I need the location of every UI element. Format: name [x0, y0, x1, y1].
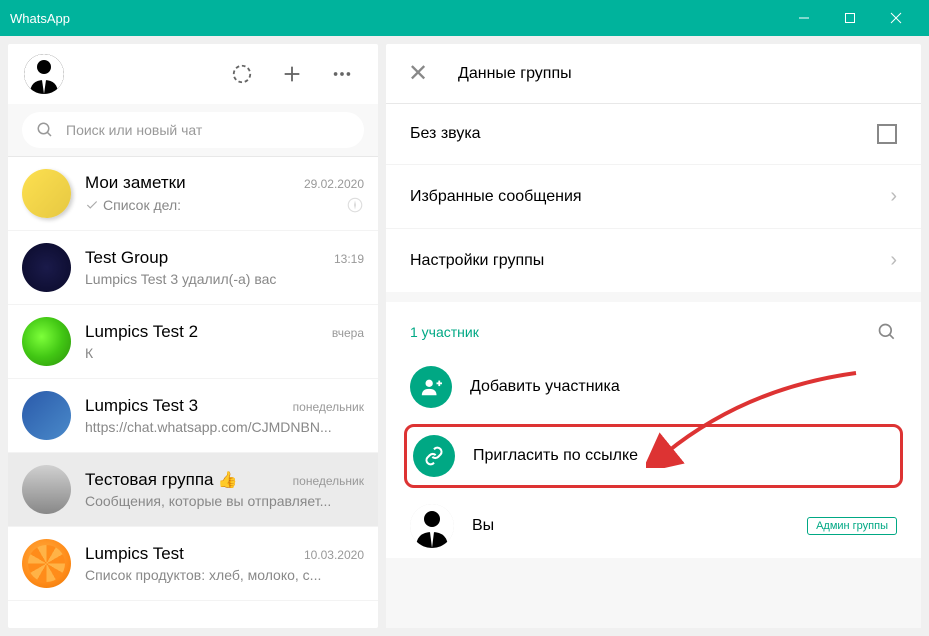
- chat-name: Мои заметки: [85, 173, 186, 193]
- participant-name: Вы: [472, 517, 789, 535]
- left-header: [8, 44, 378, 104]
- starred-messages[interactable]: Избранные сообщения ›: [386, 165, 921, 229]
- chat-avatar: [22, 243, 71, 292]
- chat-preview: Сообщения, которые вы отправляет...: [85, 493, 331, 509]
- participants-count: 1 участник: [410, 324, 479, 340]
- participant-avatar: [410, 504, 454, 548]
- link-icon: [413, 435, 455, 477]
- chevron-right-icon: ›: [890, 185, 897, 208]
- admin-badge: Админ группы: [807, 517, 897, 535]
- pin-icon: [346, 196, 364, 214]
- chat-name: Lumpics Test 3: [85, 396, 198, 416]
- group-info-panel: ✕ Данные группы Без звука Избранные сооб…: [386, 44, 921, 628]
- invite-link-button[interactable]: Пригласить по ссылке: [404, 424, 903, 488]
- chat-time: 10.03.2020: [304, 548, 364, 562]
- action-label: Добавить участника: [470, 378, 620, 396]
- chat-name: Lumpics Test 2: [85, 322, 198, 342]
- participant-row[interactable]: Вы Админ группы: [386, 494, 921, 558]
- app-title: WhatsApp: [10, 11, 781, 26]
- chevron-right-icon: ›: [890, 249, 897, 272]
- chat-item[interactable]: Мои заметки 29.02.2020 Список дел:: [8, 157, 378, 231]
- chat-item[interactable]: Lumpics Test 2 вчера К: [8, 305, 378, 379]
- chat-time: понедельник: [293, 400, 364, 414]
- new-chat-icon[interactable]: [272, 54, 312, 94]
- setting-label: Настройки группы: [410, 252, 544, 270]
- chat-name: Тестовая группа👍: [85, 470, 237, 490]
- chat-time: 29.02.2020: [304, 177, 364, 191]
- chat-preview: Lumpics Test 3 удалил(-а) вас: [85, 271, 276, 287]
- chat-time: вчера: [332, 326, 364, 340]
- mute-setting[interactable]: Без звука: [386, 104, 921, 165]
- setting-label: Избранные сообщения: [410, 188, 582, 206]
- maximize-button[interactable]: [827, 0, 873, 36]
- chat-avatar: [22, 465, 71, 514]
- chat-item[interactable]: Test Group 13:19 Lumpics Test 3 удалил(-…: [8, 231, 378, 305]
- chat-time: понедельник: [293, 474, 364, 488]
- chat-time: 13:19: [334, 252, 364, 266]
- chat-avatar: [22, 391, 71, 440]
- user-avatar[interactable]: [24, 54, 64, 94]
- chat-avatar: [22, 539, 71, 588]
- chat-avatar: [22, 317, 71, 366]
- setting-label: Без звука: [410, 125, 481, 143]
- chat-preview: К: [85, 345, 93, 361]
- chat-list-panel: Мои заметки 29.02.2020 Список дел:: [8, 44, 378, 628]
- group-settings[interactable]: Настройки группы ›: [386, 229, 921, 292]
- minimize-button[interactable]: [781, 0, 827, 36]
- chat-preview: Список дел:: [85, 197, 181, 213]
- status-icon[interactable]: [222, 54, 262, 94]
- panel-title: Данные группы: [458, 65, 572, 83]
- close-window-button[interactable]: [873, 0, 919, 36]
- chat-name: Lumpics Test: [85, 544, 184, 564]
- chat-item[interactable]: Lumpics Test 10.03.2020 Список продуктов…: [8, 527, 378, 601]
- search-input[interactable]: [66, 122, 350, 138]
- check-icon: [85, 198, 99, 212]
- menu-icon[interactable]: [322, 54, 362, 94]
- chat-item[interactable]: Тестовая группа👍 понедельник Сообщения, …: [8, 453, 378, 527]
- add-participant-button[interactable]: Добавить участника: [386, 356, 921, 418]
- add-person-icon: [410, 366, 452, 408]
- action-label: Пригласить по ссылке: [473, 447, 638, 465]
- chat-name: Test Group: [85, 248, 168, 268]
- titlebar: WhatsApp: [0, 0, 929, 36]
- search-bar: [8, 104, 378, 157]
- chat-preview: Список продуктов: хлеб, молоко, с...: [85, 567, 321, 583]
- search-participants-icon[interactable]: [877, 322, 897, 342]
- chat-avatar: [21, 168, 72, 219]
- chat-preview: https://chat.whatsapp.com/CJMDNBN...: [85, 419, 332, 435]
- search-icon: [36, 121, 54, 139]
- right-header: ✕ Данные группы: [386, 44, 921, 104]
- close-icon[interactable]: ✕: [406, 59, 430, 88]
- chat-item[interactable]: Lumpics Test 3 понедельник https://chat.…: [8, 379, 378, 453]
- chat-list: Мои заметки 29.02.2020 Список дел:: [8, 157, 378, 628]
- mute-checkbox[interactable]: [877, 124, 897, 144]
